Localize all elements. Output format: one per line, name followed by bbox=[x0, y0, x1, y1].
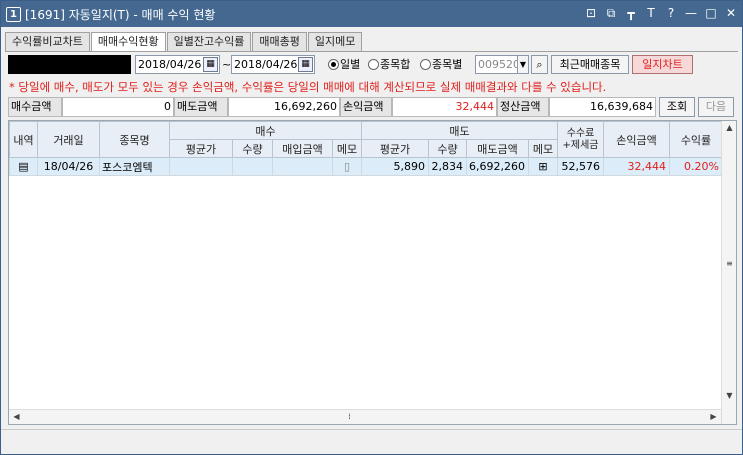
col-sell-amount[interactable]: 매도금액 bbox=[466, 139, 529, 158]
scroll-hthumb-grip-icon[interactable]: ⁞ bbox=[342, 412, 357, 421]
scroll-down-icon[interactable]: ▼ bbox=[722, 391, 737, 400]
copy-icon[interactable]: ⧉ bbox=[604, 6, 618, 21]
radio-stock-sum[interactable]: 종목합 bbox=[368, 55, 410, 74]
journal-chart-button[interactable]: 일지차트 bbox=[632, 55, 693, 74]
detail-icon[interactable]: ▤ bbox=[9, 157, 38, 176]
memo-icon[interactable]: ▯ bbox=[332, 157, 362, 176]
calendar-icon[interactable]: ▦ bbox=[203, 57, 218, 72]
scroll-up-icon[interactable]: ▲ bbox=[722, 123, 737, 132]
cell-buy-amount bbox=[272, 157, 333, 176]
col-pl-amount[interactable]: 손익금액 bbox=[603, 121, 670, 158]
trade-table: 내역 거래일 종목명 매수 매도 수수료+제세금 손익금액 수익률 평균가 수량… bbox=[9, 121, 723, 176]
date-range-tilde: ~ bbox=[222, 58, 232, 71]
tab-divider bbox=[5, 51, 738, 52]
next-button[interactable]: 다음 bbox=[698, 97, 734, 117]
col-sell-qty[interactable]: 수량 bbox=[428, 139, 467, 158]
restore-icon[interactable]: ⊡ bbox=[584, 6, 598, 21]
cell-sell-qty: 2,834 bbox=[428, 157, 467, 176]
scroll-right-icon[interactable]: ▶ bbox=[706, 412, 721, 421]
horizontal-scrollbar[interactable]: ◀ ⁞ ▶ bbox=[9, 409, 721, 424]
settle-amount-value: 16,639,684 bbox=[549, 97, 656, 117]
col-group-buy: 매수 bbox=[169, 121, 362, 140]
window-number-badge: 1 bbox=[6, 6, 21, 22]
title-bar[interactable]: 1 [1691] 자동일지(T) - 매매 수익 현황 ⊡ ⧉ ┳ T ? — … bbox=[1, 1, 742, 27]
font-icon[interactable]: T bbox=[644, 6, 658, 21]
col-detail[interactable]: 내역 bbox=[9, 121, 38, 158]
cell-sell-amount: 6,692,260 bbox=[466, 157, 529, 176]
code-dropdown-icon[interactable]: ▼ bbox=[517, 55, 529, 74]
cell-buy-qty bbox=[232, 157, 273, 176]
cell-stock-name: 포스코엠텍 bbox=[99, 157, 170, 176]
sell-amount-value: 16,692,260 bbox=[228, 97, 340, 117]
cell-buy-avg bbox=[169, 157, 233, 176]
search-icon[interactable]: ⌕ bbox=[531, 55, 548, 74]
date-to-field[interactable]: 2018/04/26 ▦ bbox=[231, 55, 315, 74]
buy-amount-value: 0 bbox=[62, 97, 174, 117]
tab-return-compare-chart[interactable]: 수익률비교차트 bbox=[5, 32, 90, 51]
col-return-rate[interactable]: 수익률 bbox=[669, 121, 723, 158]
query-button[interactable]: 조회 bbox=[659, 97, 695, 117]
radio-icon bbox=[368, 59, 379, 70]
radio-icon bbox=[420, 59, 431, 70]
trade-grid: 내역 거래일 종목명 매수 매도 수수료+제세금 손익금액 수익률 평균가 수량… bbox=[8, 120, 737, 425]
status-bar bbox=[1, 429, 742, 454]
scroll-left-icon[interactable]: ◀ bbox=[9, 412, 24, 421]
tab-journal-memo[interactable]: 일지메모 bbox=[307, 32, 363, 51]
cell-trade-date: 18/04/26 bbox=[37, 157, 100, 176]
col-stock-name[interactable]: 종목명 bbox=[99, 121, 170, 158]
col-buy-avg[interactable]: 평균가 bbox=[169, 139, 233, 158]
summary-row: 매수금액 0 매도금액 16,692,260 손익금액 32,444 정산금액 … bbox=[8, 97, 734, 117]
tab-trade-profit-status[interactable]: 매매수익현황 bbox=[90, 32, 166, 52]
minimize-icon[interactable]: — bbox=[684, 6, 698, 21]
pl-amount-value: 32,444 bbox=[392, 97, 497, 117]
recent-trades-button[interactable]: 최근매매종목 bbox=[551, 55, 629, 74]
tab-trade-review[interactable]: 매매총평 bbox=[252, 32, 307, 51]
table-row[interactable]: ▤ 18/04/26 포스코엠텍 ▯ 5,890 2,834 6,692,260… bbox=[9, 157, 723, 176]
cell-return-rate: 0.20% bbox=[669, 157, 723, 176]
date-from-field[interactable]: 2018/04/26 ▦ bbox=[135, 55, 220, 74]
cell-pl-amount: 32,444 bbox=[603, 157, 670, 176]
help-icon[interactable]: ? bbox=[664, 6, 678, 21]
pl-amount-label: 손익금액 bbox=[340, 97, 392, 117]
notice-text: * 당일에 매수, 매도가 모두 있는 경우 손익금액, 수익률은 당일의 매매… bbox=[9, 80, 607, 94]
col-sell-memo[interactable]: 메모 bbox=[528, 139, 558, 158]
cell-fee-tax: 52,576 bbox=[557, 157, 604, 176]
app-window: 1 [1691] 자동일지(T) - 매매 수익 현황 ⊡ ⧉ ┳ T ? — … bbox=[0, 0, 743, 455]
close-icon[interactable]: ✕ bbox=[724, 6, 738, 21]
maximize-icon[interactable]: □ bbox=[704, 6, 718, 21]
tab-bar: 수익률비교차트 매매수익현황 일별잔고수익률 매매총평 일지메모 bbox=[5, 32, 363, 52]
calendar-icon[interactable]: ▦ bbox=[298, 57, 313, 72]
settle-amount-label: 정산금액 bbox=[497, 97, 549, 117]
col-sell-avg[interactable]: 평균가 bbox=[361, 139, 429, 158]
vertical-scrollbar[interactable]: ▲ ≡ ▼ bbox=[721, 121, 736, 424]
radio-daily[interactable]: 일별 bbox=[328, 55, 360, 74]
radio-per-stock[interactable]: 종목별 bbox=[420, 55, 462, 74]
stock-code-input[interactable]: 009520 bbox=[475, 55, 520, 74]
buy-amount-label: 매수금액 bbox=[8, 97, 62, 117]
cell-sell-avg: 5,890 bbox=[361, 157, 429, 176]
col-buy-memo[interactable]: 메모 bbox=[332, 139, 362, 158]
radio-selected-icon bbox=[328, 59, 339, 70]
memo-add-icon[interactable]: ⊞ bbox=[528, 157, 558, 176]
scroll-thumb-grip-icon[interactable]: ≡ bbox=[722, 259, 737, 268]
col-trade-date[interactable]: 거래일 bbox=[37, 121, 100, 158]
col-fee-tax[interactable]: 수수료+제세금 bbox=[557, 121, 604, 158]
col-buy-qty[interactable]: 수량 bbox=[232, 139, 273, 158]
window-title: [1691] 자동일지(T) - 매매 수익 현황 bbox=[25, 7, 216, 22]
sell-amount-label: 매도금액 bbox=[174, 97, 228, 117]
col-buy-amount[interactable]: 매입금액 bbox=[272, 139, 333, 158]
tab-daily-balance-return[interactable]: 일별잔고수익률 bbox=[166, 32, 252, 51]
col-group-sell: 매도 bbox=[361, 121, 558, 140]
account-field[interactable] bbox=[8, 55, 131, 74]
pin-icon[interactable]: ┳ bbox=[624, 6, 638, 21]
